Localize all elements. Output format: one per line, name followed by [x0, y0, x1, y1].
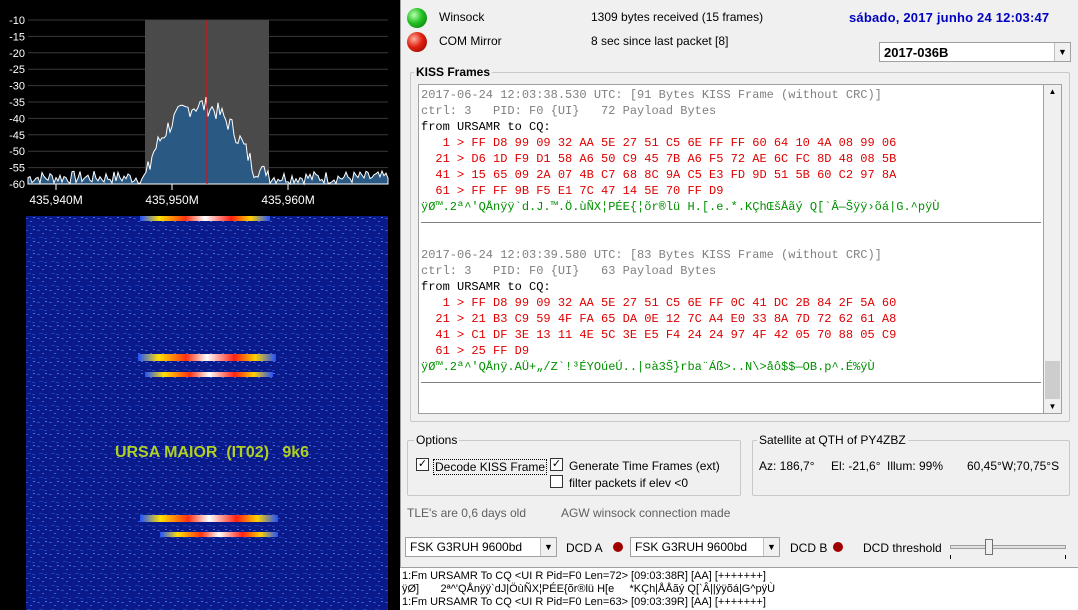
frame-hex-line: 1 > FF D8 99 09 32 AA 5E 27 51 C5 6E FF …: [421, 296, 897, 310]
log-line: 1:Fm URSAMR To CQ <UI R Pid=F0 Len=63> […: [402, 596, 766, 608]
kiss-frames-title: KISS Frames: [414, 65, 493, 79]
slider-tick: [950, 555, 951, 559]
satellite-select[interactable]: 2017-036B ▼: [879, 42, 1071, 62]
frame-header: 2017-06-24 12:03:38.530 UTC: [91 Bytes K…: [421, 88, 882, 102]
y-tick-label: -30: [9, 81, 25, 93]
frame-separator: [421, 215, 1041, 223]
com-mirror-status-led: [407, 32, 427, 52]
scroll-up-icon[interactable]: ▲: [1044, 87, 1061, 96]
chevron-down-icon[interactable]: ▼: [1054, 43, 1070, 61]
signal-burst: [140, 216, 270, 221]
since-last-packet-text: 8 sec since last packet [8]: [591, 34, 729, 48]
frame-ctrl: ctrl: 3 PID: F0 {UI} 63 Payload Bytes: [421, 264, 717, 278]
signal-burst: [145, 372, 273, 377]
frame-ascii: ÿØ™.2ª^'QÅnÿ.AÜ+„/Z`!³ÉYOúeÚ..|¤à3Š}rba¨…: [421, 360, 875, 374]
kiss-frame: 2017-06-24 12:03:39.580 UTC: [83 Bytes K…: [421, 247, 1041, 391]
scroll-down-icon[interactable]: ▼: [1044, 402, 1061, 411]
filter-packets-checkbox[interactable]: [550, 475, 563, 488]
y-tick-label: -20: [9, 48, 25, 60]
y-tick-label: -10: [9, 15, 25, 27]
winsock-label: Winsock: [439, 10, 485, 24]
y-tick-label: -45: [9, 130, 25, 142]
position-value: 60,45°W;70,75°S: [967, 459, 1060, 473]
chevron-down-icon[interactable]: ▼: [540, 538, 556, 556]
options-title: Options: [414, 433, 460, 447]
bytes-received-text: 1309 bytes received (15 frames): [591, 10, 764, 24]
dcd-a-label: DCD A: [566, 541, 603, 555]
frame-hex-line: 41 > 15 65 09 2A 07 4B C7 68 8C 9A C5 E3…: [421, 168, 897, 182]
waterfall-display: URSA MAIOR (IT02) 9k6: [0, 216, 400, 610]
decode-kiss-checkbox[interactable]: ✓: [416, 458, 429, 471]
decode-kiss-label: Decode KISS Frame: [433, 459, 548, 475]
illumination-value: Illum: 99%: [887, 459, 944, 473]
kiss-frames-textbox[interactable]: 2017-06-24 12:03:38.530 UTC: [91 Bytes K…: [418, 84, 1044, 414]
y-tick-label: -40: [9, 113, 25, 125]
generate-time-frames-checkbox[interactable]: ✓: [550, 458, 563, 471]
y-tick-label: -60: [9, 179, 25, 191]
frame-ascii: ÿØ™.2ª^'QÅnÿÿ`d.J.™.Ö.ùÑX¦PÉE{¦õr®lü H.[…: [421, 200, 940, 214]
datetime-display: sábado, 2017 junho 24 12:03:47: [849, 10, 1050, 25]
dcd-b-mode-value: FSK G3RUH 9600bd: [635, 540, 748, 554]
x-tick-label: 435,940M: [29, 193, 82, 207]
signal-burst: [160, 532, 278, 537]
kiss-scrollbar[interactable]: ▲ ▼: [1044, 84, 1062, 414]
satellite-qth-title: Satellite at QTH of PY4ZBZ: [757, 433, 908, 447]
log-line: ÿØ] 2ª^'QÅnÿÿ`dJ|ÖùÑX¦PÉE{õr®lü H[e *KÇh…: [402, 583, 776, 595]
kiss-frame: 2017-06-24 12:03:38.530 UTC: [91 Bytes K…: [421, 87, 1041, 231]
frame-hex-line: 21 > 21 B3 C9 59 4F FA 65 DA 0E 12 7C A4…: [421, 312, 897, 326]
elevation-value: El: -21,6°: [831, 459, 881, 473]
winsock-status-led: [407, 8, 427, 28]
x-tick-label: 435,960M: [261, 193, 314, 207]
agw-status-text: AGW winsock connection made: [561, 506, 731, 520]
frame-hex-line: 61 > FF FF 9B F5 E1 7C 47 14 5E 70 FF D9: [421, 184, 724, 198]
tle-age-text: TLE's are 0,6 days old: [407, 506, 527, 520]
y-tick-label: -55: [9, 163, 25, 175]
frame-hex-line: 61 > 25 FF D9: [421, 344, 530, 358]
azimuth-value: Az: 186,7°: [759, 459, 815, 473]
frame-hex-line: 1 > FF D8 99 09 32 AA 5E 27 51 C5 6E FF …: [421, 136, 897, 150]
dcd-b-mode-select[interactable]: FSK G3RUH 9600bd ▼: [630, 537, 780, 557]
satellite-select-value: 2017-036B: [884, 45, 949, 60]
y-tick-label: -25: [9, 64, 25, 76]
frame-hex-line: 21 > D6 1D F9 D1 58 A6 50 C9 45 7B A6 F5…: [421, 152, 897, 166]
log-line: 1:Fm URSAMR To CQ <UI R Pid=F0 Len=72> […: [402, 570, 766, 582]
spectrum-display: -10 -15 -20 -25 -30 -35 -40 -45 -50 -55 -60 435,94…: [0, 0, 400, 214]
y-tick-label: -15: [9, 31, 25, 43]
dcd-a-mode-value: FSK G3RUH 9600bd: [410, 540, 523, 554]
signal-burst: [140, 515, 278, 522]
x-tick-label: 435,950M: [145, 193, 198, 207]
dcd-threshold-label: DCD threshold: [863, 541, 942, 555]
slider-tick: [1065, 555, 1066, 559]
y-tick-label: -50: [9, 146, 25, 158]
waterfall-label: URSA MAIOR (IT02) 9k6: [115, 444, 309, 461]
packet-log[interactable]: 1:Fm URSAMR To CQ <UI R Pid=F0 Len=72> […: [400, 567, 1078, 610]
frame-from: from URSAMR to CQ:: [421, 280, 551, 294]
generate-time-frames-label: Generate Time Frames (ext): [569, 459, 720, 473]
frame-from: from URSAMR to CQ:: [421, 120, 551, 134]
com-mirror-label: COM Mirror: [439, 34, 502, 48]
dcd-a-mode-select[interactable]: FSK G3RUH 9600bd ▼: [405, 537, 557, 557]
chevron-down-icon[interactable]: ▼: [763, 538, 779, 556]
frame-ctrl: ctrl: 3 PID: F0 {UI} 72 Payload Bytes: [421, 104, 717, 118]
frame-hex-line: 41 > C1 DF 3E 13 11 4E 5C 3E E5 F4 24 24…: [421, 328, 897, 342]
frame-separator: [421, 375, 1041, 383]
scroll-thumb[interactable]: [1045, 361, 1060, 399]
signal-burst: [138, 354, 276, 361]
slider-thumb[interactable]: [985, 539, 993, 555]
slider-track: [950, 545, 1066, 549]
y-tick-label: -35: [9, 97, 25, 109]
frame-header: 2017-06-24 12:03:39.580 UTC: [83 Bytes K…: [421, 248, 882, 262]
dcd-b-label: DCD B: [790, 541, 828, 555]
dcd-threshold-slider[interactable]: [948, 537, 1070, 559]
filter-packets-label: filter packets if elev <0: [569, 476, 689, 490]
dcd-b-indicator: [833, 542, 843, 552]
left-panel: -10 -15 -20 -25 -30 -35 -40 -45 -50 -55 -60 435,94…: [0, 0, 400, 610]
dcd-a-indicator: [613, 542, 623, 552]
